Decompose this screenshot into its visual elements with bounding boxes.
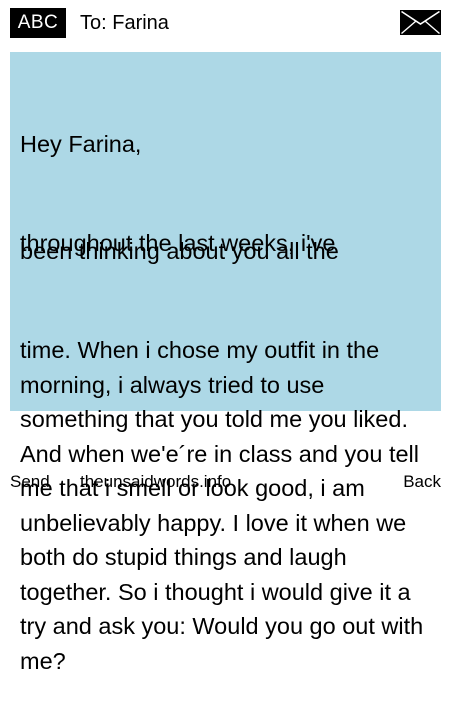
back-softkey[interactable]: Back [403,472,441,492]
message-greeting: Hey Farina, [20,131,142,157]
message-line-overlap-b: been thinking about you all the [20,238,339,264]
source-credit: theunsaidwords.info [80,472,232,491]
input-mode-badge: ABC [10,8,66,38]
message-text[interactable]: Hey Farina, throughout the last weeks, i… [20,58,438,713]
recipient-field[interactable]: To: Farina [80,10,169,36]
softkey-bar: Send theunsaidwords.info Back [0,470,450,500]
send-softkey[interactable]: Send [10,472,50,492]
envelope-icon [400,10,441,35]
message-body: time. When i chose my outfit in the morn… [20,337,430,674]
overlapping-lines: throughout the last weeks, i've been thi… [20,230,438,264]
